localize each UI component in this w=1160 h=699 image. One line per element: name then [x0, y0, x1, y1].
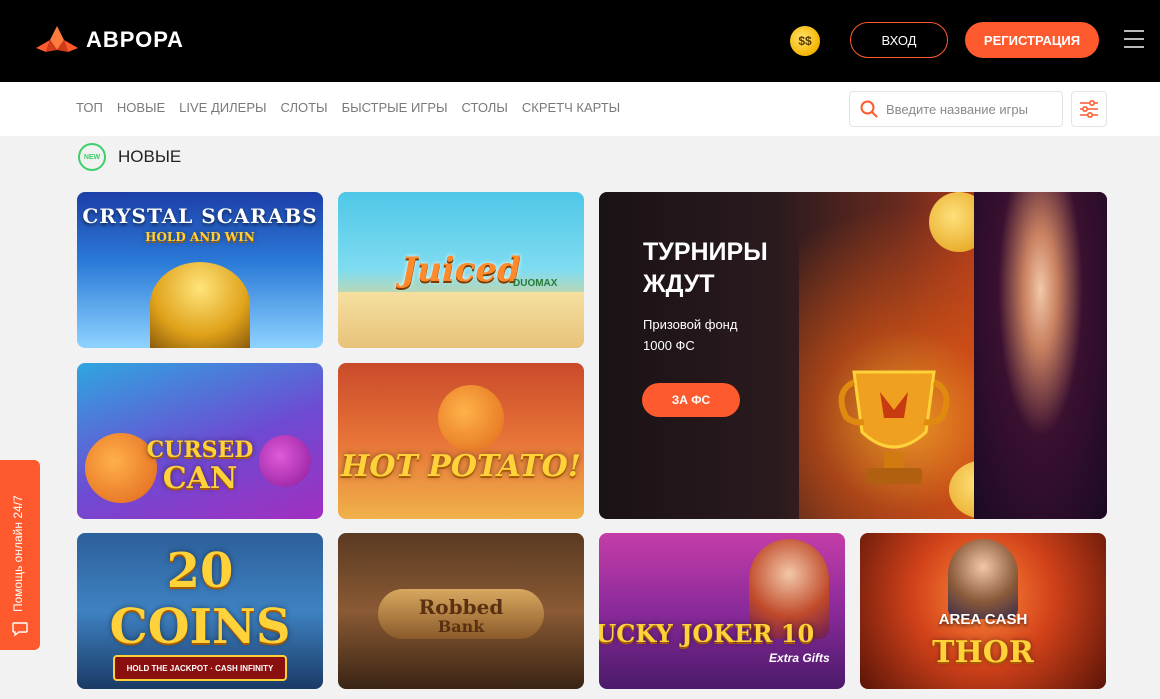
tab-top[interactable]: ТОП: [76, 100, 103, 115]
tab-tables[interactable]: СТОЛЫ: [462, 100, 508, 115]
top-header: АВРОРА $$ ВХОД РЕГИСТРАЦИЯ: [0, 0, 1160, 82]
menu-icon[interactable]: [1124, 30, 1144, 48]
promo-prize-amount: 1000 ФС: [643, 338, 695, 353]
brand-name: АВРОРА: [86, 27, 184, 52]
promo-title: ТУРНИРЫ ЖДУТ: [643, 238, 768, 298]
filter-icon: [1080, 100, 1098, 118]
game-title: 20 COINS: [109, 543, 291, 655]
menu-icon-bar: [1124, 38, 1144, 40]
aurora-logo-icon: [36, 26, 78, 52]
beach-sand-image: [338, 292, 584, 348]
game-subtitle: DUOMAX: [513, 278, 558, 289]
section-title: НОВЫЕ: [118, 147, 182, 166]
game-tile-cursed-can[interactable]: CURSED CAN: [77, 363, 323, 519]
filter-button[interactable]: [1071, 91, 1107, 127]
game-subtitle: Extra Gifts: [769, 651, 830, 665]
register-button[interactable]: РЕГИСТРАЦИЯ: [965, 22, 1099, 58]
promo-subtitle: Призовой фонд 1000 ФС: [643, 314, 793, 356]
game-subtitle: Bank: [437, 617, 485, 636]
brand-logo[interactable]: АВРОРА: [36, 26, 184, 54]
game-title: AREA CASH: [938, 611, 1028, 628]
tab-new[interactable]: НОВЫЕ: [117, 100, 165, 115]
menu-icon-bar: [1124, 30, 1144, 32]
game-subtitle: HOLD AND WIN: [145, 230, 255, 244]
golden-scarab-image: [150, 262, 250, 348]
help-online-tab[interactable]: Помощь онлайн 24/7: [0, 460, 40, 650]
tab-scratch-cards[interactable]: СКРЕТЧ КАРТЫ: [522, 100, 620, 115]
promo-cta-button[interactable]: ЗА ФС: [642, 383, 740, 417]
game-title: CRYSTAL SCARABS: [82, 204, 318, 228]
promo-character-image: [974, 192, 1107, 519]
game-tile-20-coins[interactable]: 20 COINS HOLD THE JACKPOT · CASH INFINIT…: [77, 533, 323, 689]
game-subtitle: HOLD THE JACKPOT · CASH INFINITY: [113, 655, 287, 681]
tab-slots[interactable]: СЛОТЫ: [281, 100, 328, 115]
game-tile-crystal-scarabs[interactable]: CRYSTAL SCARABS HOLD AND WIN: [77, 192, 323, 348]
search-icon: [860, 100, 878, 118]
search-field[interactable]: [849, 91, 1063, 127]
new-badge-icon: NEW: [78, 143, 106, 171]
section-header: NEW НОВЫЕ: [78, 143, 181, 171]
tab-live-dealers[interactable]: LIVE ДИЛЕРЫ: [179, 100, 266, 115]
game-tile-robbed-bank[interactable]: Robbed Bank: [338, 533, 584, 689]
game-tile-thor[interactable]: AREA CASH THOR: [860, 533, 1106, 689]
game-title: Robbed: [418, 595, 504, 619]
game-title: CURSED: [146, 437, 254, 463]
tournament-promo-banner[interactable]: ТУРНИРЫ ЖДУТ Призовой фонд 1000 ФС ЗА ФС: [599, 192, 1107, 519]
game-subtitle: THOR: [932, 635, 1034, 670]
game-tile-lucky-joker[interactable]: LUCKY JOKER 10 Extra Gifts: [599, 533, 845, 689]
login-button[interactable]: ВХОД: [850, 22, 948, 58]
game-title: HOT POTATO!: [341, 449, 581, 484]
game-title: LUCKY JOKER 10: [599, 619, 815, 648]
potato-character-image: [438, 385, 504, 451]
tab-quick-games[interactable]: БЫСТРЫЕ ИГРЫ: [342, 100, 448, 115]
money-face-icon[interactable]: $$: [790, 26, 820, 56]
help-label: Помощь онлайн 24/7: [11, 495, 25, 612]
game-tile-hot-potato[interactable]: HOT POTATO!: [338, 363, 584, 519]
thor-character-image: [948, 539, 1018, 619]
game-subtitle: CAN: [162, 461, 238, 496]
promo-prize-label: Призовой фонд: [643, 317, 738, 332]
category-tabs: ТОП НОВЫЕ LIVE ДИЛЕРЫ СЛОТЫ БЫСТРЫЕ ИГРЫ…: [76, 100, 620, 115]
trophy-icon: [838, 370, 950, 484]
chat-icon: [12, 622, 28, 637]
category-nav: ТОП НОВЫЕ LIVE ДИЛЕРЫ СЛОТЫ БЫСТРЫЕ ИГРЫ…: [0, 82, 1160, 136]
search-input[interactable]: [886, 101, 1036, 117]
game-tile-juiced[interactable]: Juiced DUOMAX: [338, 192, 584, 348]
menu-icon-bar: [1124, 46, 1144, 48]
